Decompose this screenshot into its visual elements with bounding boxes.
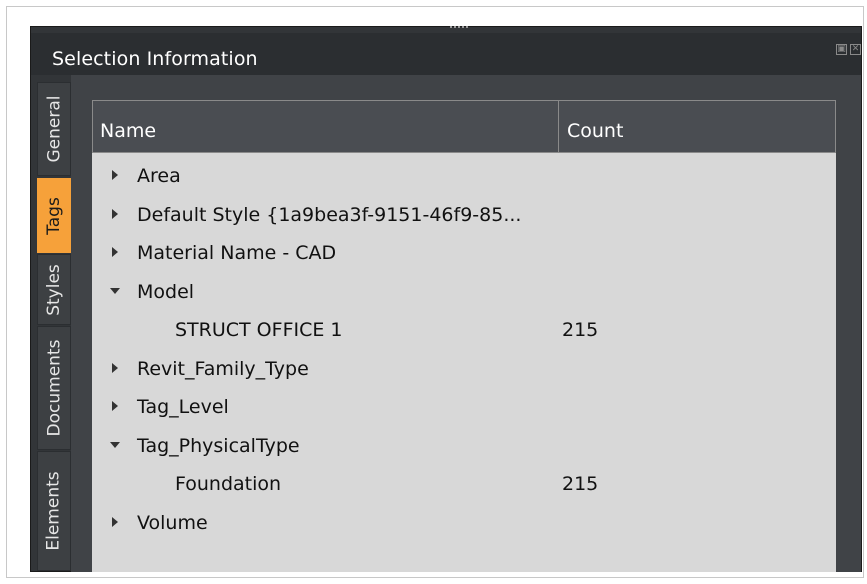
tree-node-label: Model	[137, 280, 195, 303]
tree-node-count: 215	[562, 319, 599, 341]
tree-node-label: STRUCT OFFICE 1	[175, 319, 343, 341]
tree-leaf-struct-office[interactable]: STRUCT OFFICE 1 215	[92, 314, 836, 353]
tab-label: Styles	[44, 263, 64, 316]
tree-node-label: Material Name - CAD	[137, 242, 337, 264]
column-resize-handle[interactable]	[558, 101, 559, 152]
tree-node-count: 215	[562, 473, 599, 495]
tab-label: Tags	[44, 196, 65, 235]
expand-arrow-icon[interactable]	[108, 399, 122, 413]
tree-node-volume[interactable]: Volume	[92, 507, 836, 546]
tag-tree-view[interactable]: Name Count Area Default Style {1a9bea3f-…	[92, 100, 836, 572]
column-header-name[interactable]: Name	[100, 120, 156, 142]
tree-rows: Area Default Style {1a9bea3f-9151-46f9-8…	[92, 160, 836, 545]
column-header-count[interactable]: Count	[567, 120, 623, 142]
tree-node-area[interactable]: Area	[92, 160, 836, 199]
tree-node-material-name[interactable]: Material Name - CAD	[92, 237, 836, 276]
tab-label: Documents	[44, 339, 64, 437]
tree-node-tag-physicaltype[interactable]: Tag_PhysicalType	[92, 430, 836, 469]
expand-arrow-icon[interactable]	[108, 515, 122, 529]
tree-node-revit-family-type[interactable]: Revit_Family_Type	[92, 353, 836, 392]
tree-node-model[interactable]: Model	[92, 276, 836, 315]
tree-node-label: Revit_Family_Type	[137, 357, 309, 380]
tree-header: Name Count	[92, 100, 836, 153]
tree-node-label: Tag_PhysicalType	[137, 434, 300, 457]
tree-node-label: Default Style {1a9bea3f-9151-46f9-85...	[137, 203, 522, 226]
drag-grip-icon[interactable]	[450, 26, 468, 29]
collapse-arrow-icon[interactable]	[108, 284, 122, 298]
expand-arrow-icon[interactable]	[108, 168, 122, 182]
tab-elements[interactable]: Elements	[37, 451, 71, 571]
restore-icon[interactable]: ▣	[836, 44, 847, 55]
expand-arrow-icon[interactable]	[108, 207, 122, 221]
expand-arrow-icon[interactable]	[108, 361, 122, 375]
close-icon[interactable]: ✕	[850, 44, 861, 55]
tab-tags[interactable]: Tags	[37, 178, 71, 253]
tab-documents[interactable]: Documents	[37, 326, 71, 450]
tab-label: General	[44, 95, 64, 163]
tree-node-label: Area	[137, 165, 181, 187]
panel-title-bar[interactable]: Selection Information ▣ ✕	[31, 33, 861, 75]
tree-node-label: Foundation	[175, 473, 282, 495]
tab-label: Elements	[44, 471, 64, 551]
tab-general[interactable]: General	[37, 82, 71, 176]
collapse-arrow-icon[interactable]	[108, 438, 122, 452]
tree-node-label: Volume	[137, 511, 208, 534]
expand-arrow-icon[interactable]	[108, 245, 122, 259]
tree-node-tag-level[interactable]: Tag_Level	[92, 391, 836, 430]
tab-styles[interactable]: Styles	[37, 254, 71, 325]
tree-leaf-foundation[interactable]: Foundation 215	[92, 468, 836, 507]
tree-node-default-style[interactable]: Default Style {1a9bea3f-9151-46f9-85...	[92, 199, 836, 238]
panel-title: Selection Information	[52, 48, 258, 70]
tree-node-label: Tag_Level	[137, 396, 229, 418]
